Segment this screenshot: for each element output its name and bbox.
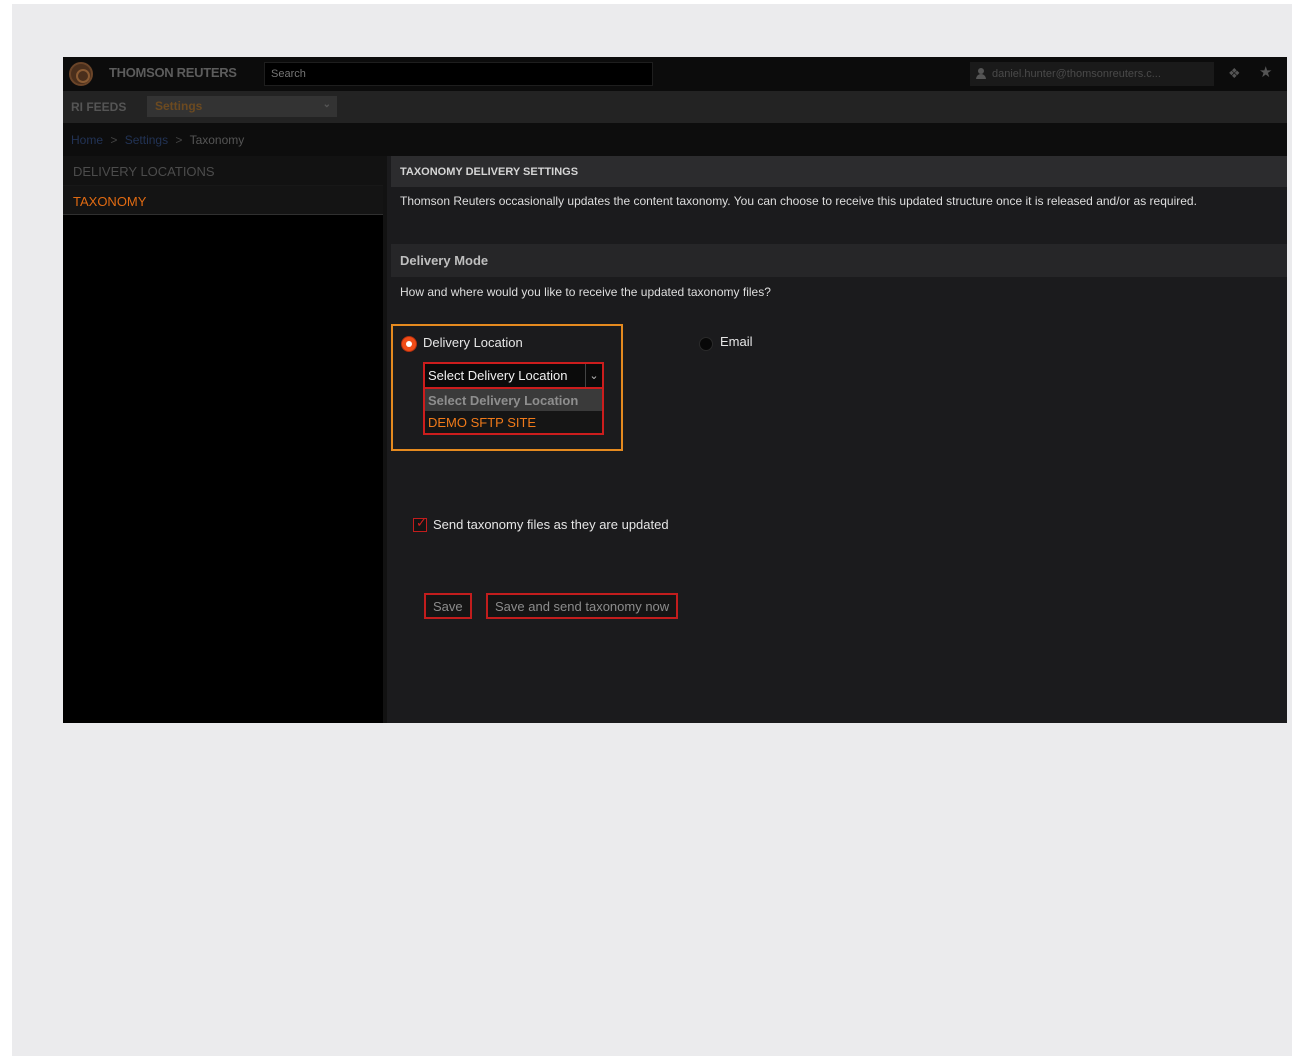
send-taxonomy-checkbox[interactable]: ✓: [413, 515, 427, 532]
delivery-location-highlight-box: Delivery Location Select Delivery Locati…: [391, 324, 623, 451]
star-icon[interactable]: ★: [1259, 65, 1272, 80]
delivery-mode-heading: Delivery Mode: [391, 244, 1287, 277]
email-label[interactable]: Email: [720, 334, 753, 349]
chevron-down-icon: ⌄: [322, 99, 331, 110]
people-icon[interactable]: ❖: [1228, 66, 1241, 80]
feeds-label: RI FEEDS: [71, 100, 127, 114]
user-menu[interactable]: daniel.hunter@thomsonreuters.c...: [970, 62, 1214, 86]
panel-description: Thomson Reuters occasionally updates the…: [400, 194, 1197, 208]
panel-title: TAXONOMY DELIVERY SETTINGS: [391, 156, 1287, 187]
breadcrumb: Home > Settings > Taxonomy: [63, 123, 1287, 156]
breadcrumb-separator: >: [110, 133, 118, 147]
dropdown-option-demo-sftp-site[interactable]: DEMO SFTP SITE: [425, 411, 602, 433]
main-panel: TAXONOMY DELIVERY SETTINGS Thomson Reute…: [391, 156, 1287, 723]
section-select[interactable]: Settings ⌄: [147, 96, 337, 117]
dropdown-option-placeholder[interactable]: Select Delivery Location: [425, 389, 602, 411]
email-radio[interactable]: [699, 337, 713, 351]
top-bar: THOMSON REUTERS daniel.hunter@thomsonreu…: [63, 57, 1287, 91]
thomson-reuters-logo-icon[interactable]: [69, 62, 93, 86]
chevron-down-icon: ⌄: [585, 364, 602, 387]
delivery-location-select-value: Select Delivery Location: [428, 368, 568, 383]
breadcrumb-settings-link[interactable]: Settings: [125, 133, 168, 147]
sidebar: DELIVERY LOCATIONS TAXONOMY: [63, 156, 387, 723]
section-bar: RI FEEDS Settings ⌄: [63, 91, 1287, 123]
save-button[interactable]: Save: [424, 593, 472, 619]
app-window: THOMSON REUTERS daniel.hunter@thomsonreu…: [63, 57, 1287, 723]
checkmark-icon: ✓: [416, 515, 427, 530]
brand-name: THOMSON REUTERS: [109, 65, 237, 80]
user-email: daniel.hunter@thomsonreuters.c...: [992, 68, 1161, 80]
breadcrumb-current: Taxonomy: [189, 133, 245, 147]
delivery-location-label[interactable]: Delivery Location: [423, 335, 523, 350]
delivery-location-radio[interactable]: [402, 337, 416, 351]
search-input[interactable]: [264, 62, 653, 86]
breadcrumb-home-link[interactable]: Home: [71, 133, 103, 147]
send-taxonomy-label[interactable]: Send taxonomy files as they are updated: [433, 517, 669, 532]
user-icon: [976, 68, 986, 79]
delivery-location-select[interactable]: Select Delivery Location ⌄: [423, 362, 604, 389]
delivery-question: How and where would you like to receive …: [400, 285, 771, 299]
sidebar-item-taxonomy[interactable]: TAXONOMY: [63, 186, 383, 215]
save-and-send-button[interactable]: Save and send taxonomy now: [486, 593, 679, 619]
section-select-value: Settings: [155, 99, 203, 113]
breadcrumb-separator: >: [175, 133, 183, 147]
delivery-location-dropdown: Select Delivery Location DEMO SFTP SITE: [423, 389, 604, 435]
sidebar-item-delivery-locations[interactable]: DELIVERY LOCATIONS: [63, 156, 383, 186]
